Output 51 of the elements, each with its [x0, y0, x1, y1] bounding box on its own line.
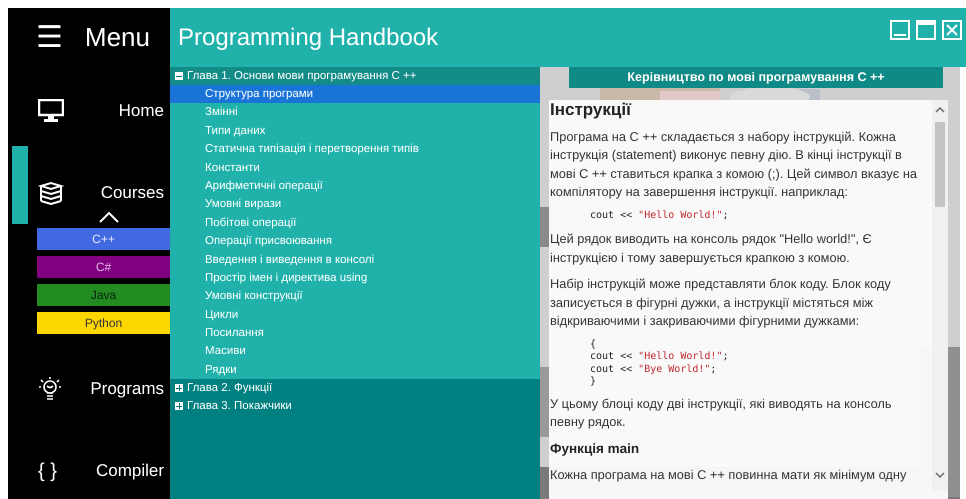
expand-icon[interactable]	[175, 402, 183, 410]
tree-item[interactable]: Статична типізація і перетворення типів	[170, 140, 540, 159]
tree-item[interactable]: Побітові операції	[170, 214, 540, 232]
tree-item[interactable]: Умовні конструкції	[170, 287, 540, 306]
tree-item[interactable]: Операції присвоювання	[170, 232, 540, 251]
nav-item[interactable]: { } Compiler	[8, 448, 170, 494]
maximize-button[interactable]	[916, 20, 936, 40]
tree-item[interactable]: Арифметичні операції	[170, 176, 540, 196]
section-heading: Інструкції	[550, 100, 632, 120]
nav-item[interactable]: Home	[8, 88, 170, 134]
tree-item[interactable]: Структура програми	[170, 85, 540, 104]
tree-item[interactable]: Типи даних	[170, 122, 540, 140]
paragraph: Кожна програма на мові С ++ повинна мати як мінімум одну	[550, 466, 908, 484]
tree-item[interactable]: Цикли	[170, 306, 540, 324]
nav-item[interactable]: Programs	[8, 366, 170, 412]
code-line: cout << "Hello World!";	[590, 351, 730, 364]
braces-icon: { }	[38, 460, 57, 482]
tree-chapter[interactable]: Глава 3. Покажчики	[187, 400, 292, 412]
course-tag[interactable]: Python	[37, 312, 170, 334]
code-line: }	[590, 376, 598, 388]
close-button[interactable]	[942, 20, 962, 40]
code-line: cout << "Bye World!";	[590, 364, 718, 376]
code-line: cout << "Hello World!";	[590, 210, 730, 222]
tree-item[interactable]: Масиви	[170, 342, 540, 361]
tree-item[interactable]: Умовні вирази	[170, 195, 540, 214]
code-line: {	[590, 338, 598, 351]
paragraph: Набір інструкцій може представляти блок коду. Блок коду записується в фігурні дужки, а інструкції містяться між відкриваючими і закриваючими фігурними дужками:	[550, 275, 892, 330]
minimize-button[interactable]	[890, 20, 910, 40]
paragraph: Програма на С ++ складається з набору інструкцій. Кожна інструкція (statement) виконує певну дію. В кінці інструкції в мові C ++ ставиться крапка з комою (;). Цей символ вказує на компілятору на завершення інструкції. наприклад:	[550, 128, 918, 201]
page-banner: Керівництво по мові програмування С ++	[569, 67, 943, 88]
section-subheading: Функція main	[550, 440, 640, 458]
books-icon	[38, 181, 64, 205]
tree-item[interactable]: Посилання	[170, 324, 540, 342]
tree-item[interactable]: Змінні	[170, 103, 540, 122]
course-tag[interactable]: C++	[37, 228, 170, 250]
tree-item[interactable]: Введення і виведення в консолі	[170, 250, 540, 269]
app-title: Programming Handbook	[178, 24, 438, 52]
expand-icon[interactable]	[175, 384, 183, 392]
lightbulb-icon	[38, 376, 62, 402]
tree-item[interactable]: Рядки	[170, 360, 540, 380]
menu-title: Menu	[84, 22, 150, 53]
paragraph: Цей рядок виводить на консоль рядок "Hello world!", Є інструкцією і тому завершується крапкою з комою.	[550, 230, 873, 267]
course-tag[interactable]: Java	[37, 284, 170, 306]
tree-item[interactable]: Константи	[170, 158, 540, 177]
monitor-icon	[38, 99, 64, 123]
course-tag[interactable]: C#	[37, 256, 170, 278]
tree-chapter[interactable]: Глава 2. Функції	[187, 382, 272, 394]
collapse-icon[interactable]	[175, 72, 183, 80]
tree-item[interactable]: Простір імен і директива using	[170, 268, 540, 288]
paragraph: У цьому блоці коду дві інструкції, які виводять на консоль певну рядок.	[550, 394, 893, 431]
scrollbar[interactable]	[932, 100, 948, 490]
